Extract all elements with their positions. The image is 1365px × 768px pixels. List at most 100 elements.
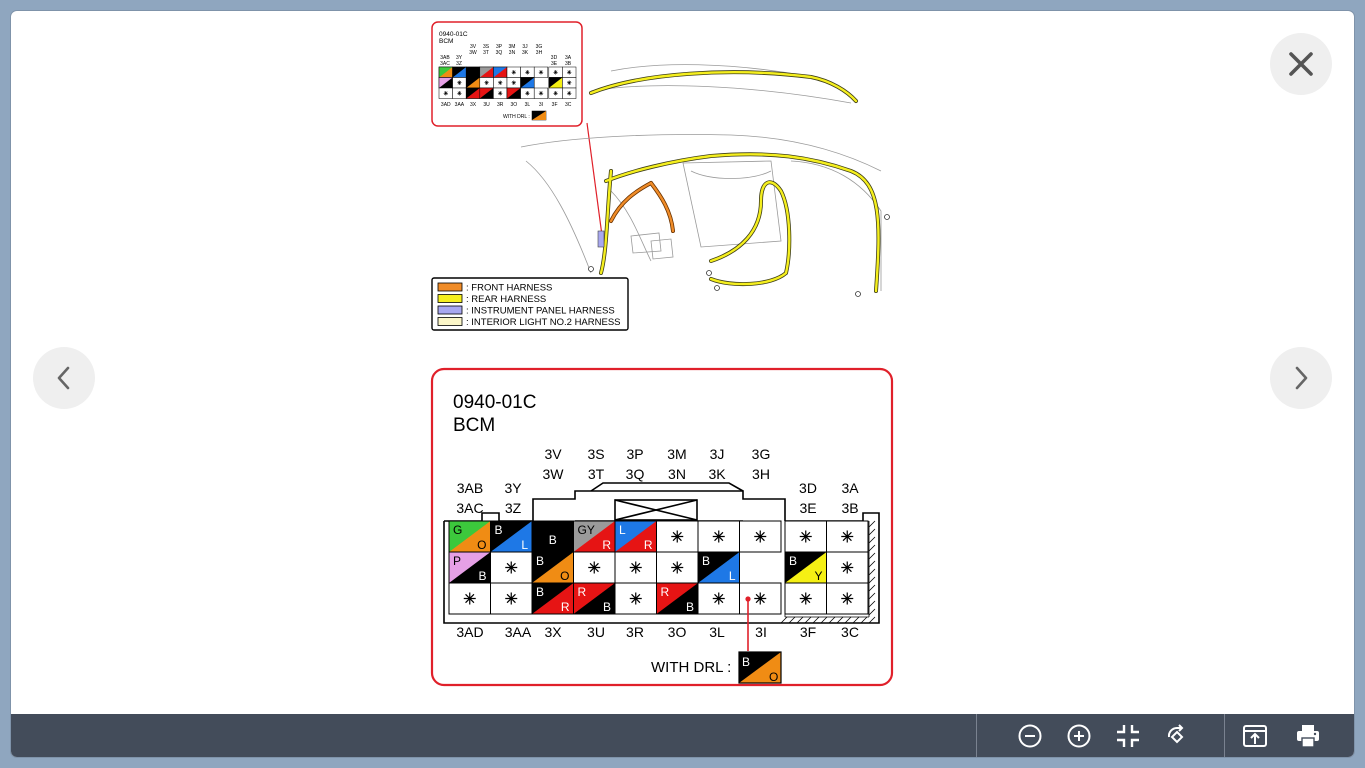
chevron-right-icon	[1295, 366, 1308, 390]
pin-label: 3B	[841, 500, 858, 516]
inset-pin-label: 3AD	[441, 102, 451, 108]
inset-pin-label: 3L	[525, 102, 531, 108]
legend-label: : INSTRUMENT PANEL HARNESS	[466, 306, 615, 317]
pin-label: 3H	[752, 466, 770, 482]
inset-pin-label: 3E	[551, 61, 558, 67]
connector-pin	[826, 582, 869, 615]
image-stage: 0940-01C BCM 3V 3W 3S 3T 3P 3Q 3M 3N 3J 3K 3G 3H 3A…	[11, 11, 1354, 714]
wire-color-code: Y	[814, 569, 822, 583]
pin-label: 3AC	[456, 500, 483, 516]
pin-label: 3J	[710, 446, 725, 462]
connector-pin	[697, 582, 740, 615]
inset-pin	[533, 87, 549, 99]
inset-pin	[506, 77, 521, 89]
inset-pin	[479, 77, 494, 89]
inset-pin-label: 3K	[522, 50, 529, 56]
inset-code: 0940-01C	[439, 31, 468, 38]
harness-legend: : FRONT HARNESS: REAR HARNESS: INSTRUMEN…	[431, 277, 629, 331]
inset-pin-label: 3X	[470, 102, 477, 108]
pin-label: 3T	[588, 466, 605, 482]
connector-pin	[784, 520, 827, 553]
pin-label: 3C	[841, 624, 859, 640]
inset-pin	[465, 87, 481, 99]
wire-color-code: R	[578, 585, 587, 599]
previous-button[interactable]	[33, 347, 95, 409]
pin-label: 3W	[543, 466, 565, 482]
rotate-icon	[1167, 724, 1184, 744]
print-button[interactable]	[1293, 721, 1323, 751]
wire-color-code: B	[536, 554, 544, 568]
connector-pin: BO	[531, 551, 574, 584]
drl-top-code: B	[742, 655, 750, 669]
wire-color-code: B	[789, 554, 797, 568]
pin-label: 3X	[544, 624, 562, 640]
pin-label: 3F	[800, 624, 816, 640]
wire-color-code: R	[602, 538, 611, 552]
wire-color-code: P	[453, 554, 461, 568]
inset-pin	[493, 77, 508, 89]
inset-pin	[520, 77, 535, 89]
inset-pin-label: 3T	[483, 50, 489, 56]
inset-connector: 0940-01C BCM 3V3W3S3T3P3Q3M3N3J3K3G3H 3A…	[431, 21, 583, 127]
inset-pin	[562, 77, 577, 89]
wire-color-code: L	[619, 523, 626, 537]
pin-label: 3R	[626, 624, 644, 640]
toolbar-separator	[1224, 714, 1225, 757]
rotate-button[interactable]	[1162, 721, 1192, 751]
inset-pin-label: 3H	[536, 50, 543, 56]
zoom-out-button[interactable]	[1015, 721, 1045, 751]
close-icon	[1289, 52, 1313, 76]
wire-color-code: B	[495, 523, 503, 537]
pin-label: 3M	[667, 446, 686, 462]
inset-grid	[438, 66, 577, 99]
connector-pin	[784, 582, 827, 615]
open-in-new-window-button[interactable]	[1240, 721, 1270, 751]
wire-color-code: GY	[578, 523, 595, 537]
wire-color-code: B	[686, 600, 694, 614]
connector-pin	[739, 520, 782, 553]
connector-code: 0940-01C	[453, 392, 536, 413]
inset-pin	[506, 66, 521, 78]
connector-pin	[614, 582, 657, 615]
wire-color-code: G	[453, 523, 462, 537]
pin-label: 3G	[752, 446, 771, 462]
wire-color-code: L	[729, 569, 736, 583]
pin-label: 3AD	[456, 624, 483, 640]
pin-label: 3Z	[505, 500, 522, 516]
inset-pin	[548, 66, 563, 78]
inset-pin	[438, 87, 453, 99]
wire-color-code: B	[549, 533, 557, 547]
wire-color-code: L	[521, 538, 528, 552]
inset-pin-label: 3I	[539, 102, 543, 108]
drl-bottom-code: O	[769, 670, 778, 684]
pin-label: 3K	[708, 466, 726, 482]
pin-label: 3E	[799, 500, 816, 516]
with-drl-label: WITH DRL :	[651, 659, 731, 676]
pin-label: 3P	[626, 446, 643, 462]
pin-label: 3Q	[626, 466, 645, 482]
legend-label: : REAR HARNESS	[466, 294, 546, 305]
inset-pin-label: 3U	[483, 102, 490, 108]
pin-label: 3V	[544, 446, 562, 462]
inset-pin	[533, 66, 549, 78]
zoom-in-button[interactable]	[1064, 721, 1094, 751]
pin-label: 3S	[587, 446, 604, 462]
harness-diagram: 0940-01C BCM 3V3W3S3T3P3Q3M3N3J3K3G3H 3A…	[431, 21, 890, 331]
close-button[interactable]	[1270, 33, 1332, 95]
connector-pin: BY	[784, 551, 827, 584]
connector-pin: RB	[656, 582, 699, 615]
inset-pin-label: 3AA	[455, 102, 465, 108]
wire-color-code: B	[702, 554, 710, 568]
open-new-icon	[1243, 725, 1267, 747]
next-button[interactable]	[1270, 347, 1332, 409]
drl-wire-swatch: B O	[738, 651, 782, 684]
inset-pin-label: 3Q	[496, 50, 503, 56]
fit-to-screen-button[interactable]	[1113, 721, 1143, 751]
pin-label: 3U	[587, 624, 605, 640]
wire-color-code: B	[603, 600, 611, 614]
inset-pin-label: 3AC	[440, 61, 450, 67]
zoom-out-icon	[1018, 724, 1042, 748]
inset-pin-label: 3N	[509, 50, 516, 56]
fit-icon	[1117, 725, 1139, 747]
inset-name: BCM	[439, 38, 453, 45]
